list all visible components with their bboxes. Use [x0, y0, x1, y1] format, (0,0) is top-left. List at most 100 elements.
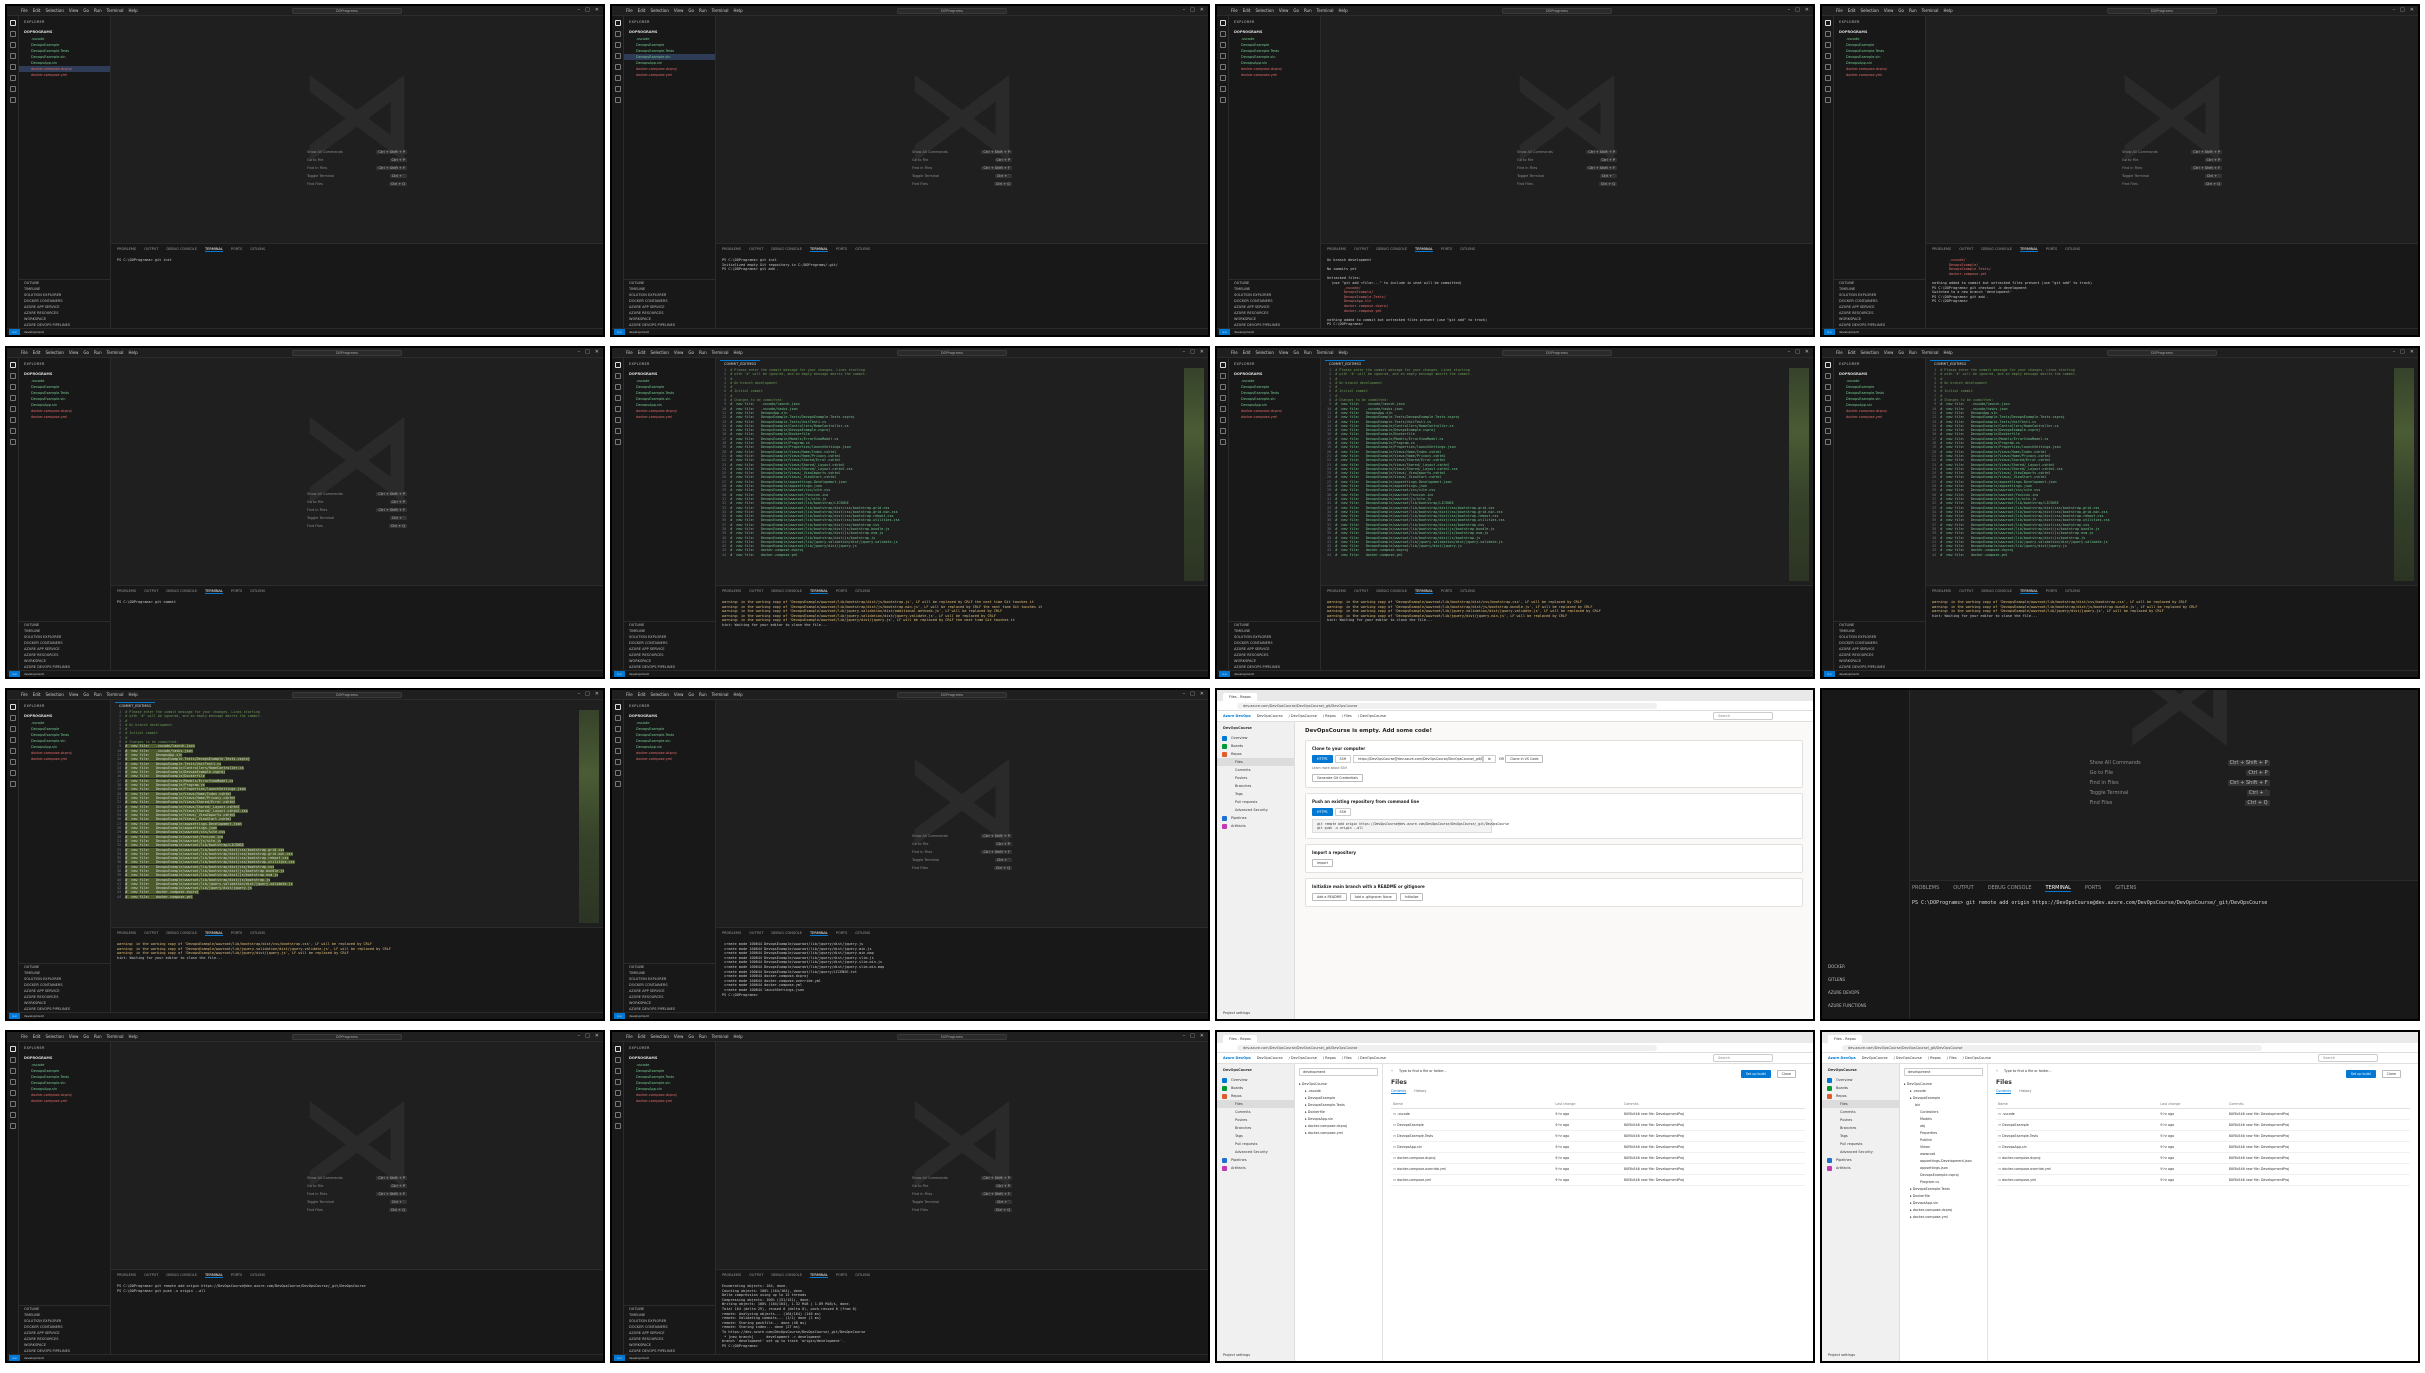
extensions-icon[interactable]: [615, 406, 621, 412]
tree-item[interactable]: ▸ Dockerfile: [1299, 1108, 1378, 1115]
terminal[interactable]: create mode 100644 DevopsExample/wwwroot…: [716, 939, 1208, 1000]
menu-item[interactable]: Selection: [650, 692, 668, 697]
tree-item[interactable]: ▸ DevOpsCourse: [1299, 1080, 1378, 1087]
org-name[interactable]: DevOpsCourse: [1257, 714, 1283, 718]
panel-tab[interactable]: PORTS: [2085, 885, 2101, 892]
nav-item-branches[interactable]: Branches: [1217, 782, 1294, 790]
table-row[interactable]: ▭ docker-compose.yml 9 hr ago 80f5b546 new…: [1996, 1174, 2410, 1186]
nav-item-overview[interactable]: Overview: [1822, 1076, 1899, 1084]
minimize-icon[interactable]: –: [2393, 7, 2396, 13]
project-name[interactable]: DevOpsCourse: [1822, 1064, 1899, 1076]
panel-tab[interactable]: OUTPUT: [1354, 589, 1368, 594]
remote-indicator[interactable]: ><: [9, 328, 21, 335]
panel-tab[interactable]: PORTS: [1441, 589, 1452, 594]
explorer-section-header[interactable]: GITLENS: [1822, 973, 1910, 986]
menu-item[interactable]: Selection: [45, 1034, 63, 1039]
accounts-icon[interactable]: [10, 1123, 16, 1129]
commit-cell[interactable]: 80f5b546 new file: DevelopmentProj: [2226, 1130, 2410, 1142]
explorer-file[interactable]: docker-compose.yml: [624, 1098, 715, 1104]
status-branch[interactable]: development: [1234, 672, 1254, 676]
table-row[interactable]: ▭ docker-compose.dcproj 9 hr ago 80f5b546 …: [1996, 1152, 2410, 1164]
learn-ssh-link[interactable]: Learn more about SSH: [1312, 766, 1796, 770]
panel-tab[interactable]: DEBUG CONSOLE: [166, 589, 197, 594]
docker-icon[interactable]: [10, 75, 16, 81]
tree-item[interactable]: Program.cs: [1904, 1178, 1983, 1185]
nav-item-advanced-security[interactable]: Advanced Security: [1217, 1148, 1294, 1156]
search-icon[interactable]: [1220, 373, 1226, 379]
close-icon[interactable]: ✕: [595, 7, 599, 13]
maximize-icon[interactable]: □: [1190, 7, 1195, 13]
remote-indicator[interactable]: ><: [614, 670, 626, 677]
panel-tab[interactable]: PROBLEMS: [1912, 885, 1939, 892]
panel-tab[interactable]: PORTS: [231, 931, 242, 936]
extensions-icon[interactable]: [10, 406, 16, 412]
explorer-icon[interactable]: [1825, 20, 1831, 26]
extensions-icon[interactable]: [615, 64, 621, 70]
command-center-search[interactable]: DOPrograms: [897, 692, 1007, 698]
file-name-cell[interactable]: ▭ docker-compose.override.yml: [1996, 1163, 2159, 1175]
panel-tab[interactable]: DEBUG CONSOLE: [166, 931, 197, 936]
tree-item[interactable]: ▸ docker-compose.dcproj: [1299, 1122, 1378, 1129]
panel-tab[interactable]: OUTPUT: [1959, 247, 1973, 252]
menu-item[interactable]: View: [1884, 350, 1894, 355]
url-field[interactable]: dev.azure.com/DevOpsCourse/DevOpsCourse/…: [1842, 1044, 2262, 1051]
remote-indicator[interactable]: ><: [9, 670, 21, 677]
extensions-icon[interactable]: [1825, 406, 1831, 412]
maximize-icon[interactable]: □: [2400, 349, 2405, 355]
panel-tab[interactable]: TERMINAL: [205, 1273, 223, 1278]
explorer-file[interactable]: docker-compose.yml: [1834, 72, 1925, 78]
extensions-icon[interactable]: [10, 1090, 16, 1096]
table-row[interactable]: ▭ DevopsApp.sln 9 hr ago 80f5b546 new file…: [1391, 1141, 1805, 1153]
tree-item[interactable]: ▸ Dockerfile: [1904, 1192, 1983, 1199]
tree-item[interactable]: DevopsExample.csproj: [1904, 1171, 1983, 1178]
files-tab[interactable]: Contents: [1391, 1089, 1407, 1094]
commit-cell[interactable]: 80f5b546 new file: DevelopmentProj: [2226, 1163, 2410, 1175]
panel-tab[interactable]: OUTPUT: [749, 931, 763, 936]
source-control-icon[interactable]: [10, 1068, 16, 1074]
panel-tab[interactable]: PORTS: [836, 1273, 847, 1278]
org-name[interactable]: DevOpsCourse: [1862, 1056, 1888, 1060]
breadcrumb-item[interactable]: / DevOpsCourse: [1289, 714, 1317, 718]
explorer-icon[interactable]: [10, 704, 16, 710]
panel-tab[interactable]: TERMINAL: [810, 931, 828, 936]
breadcrumb-item[interactable]: / Repos: [1928, 1056, 1941, 1060]
tree-item[interactable]: Publish: [1904, 1136, 1983, 1143]
column-header[interactable]: Commits: [2226, 1100, 2410, 1109]
menu-item[interactable]: Selection: [1860, 350, 1878, 355]
maximize-icon[interactable]: □: [1190, 1033, 1195, 1039]
minimize-icon[interactable]: –: [1183, 7, 1186, 13]
panel-tab[interactable]: PORTS: [2046, 247, 2057, 252]
menu-item[interactable]: Selection: [45, 350, 63, 355]
breadcrumb-item[interactable]: / DevOpsCourse: [1358, 1056, 1386, 1060]
docker-icon[interactable]: [10, 417, 16, 423]
breadcrumb-item[interactable]: / Files: [1342, 714, 1352, 718]
azure-icon[interactable]: [615, 428, 621, 434]
source-control-icon[interactable]: [10, 384, 16, 390]
command-center-search[interactable]: DOPrograms: [292, 350, 402, 356]
commit-editor[interactable]: COMMIT_EDITMSG 1 # Please enter the comm…: [1926, 358, 2418, 585]
status-branch[interactable]: development: [629, 1356, 649, 1360]
nav-item-boards[interactable]: Boards: [1217, 742, 1294, 750]
source-control-icon[interactable]: [615, 384, 621, 390]
file-name-cell[interactable]: ▭ docker-compose.override.yml: [1391, 1163, 1554, 1175]
accounts-icon[interactable]: [10, 97, 16, 103]
filter-box[interactable]: Type to find a file or folder...: [2004, 1069, 2052, 1073]
table-row[interactable]: ▭ DevopsExample 9 hr ago 80f5b546 new file…: [1391, 1119, 1805, 1131]
run-debug-icon[interactable]: [10, 1079, 16, 1085]
panel-tab[interactable]: PORTS: [836, 931, 847, 936]
terminal[interactable]: On branch development No commits yet Unt…: [1321, 255, 1813, 330]
remote-indicator[interactable]: ><: [1824, 328, 1836, 335]
table-row[interactable]: ▭ DevopsExample.Tests 9 hr ago 80f5b546 ne…: [1996, 1130, 2410, 1142]
panel-tab[interactable]: DEBUG CONSOLE: [166, 247, 197, 252]
breadcrumb-item[interactable]: / DevOpsCourse: [1358, 714, 1386, 718]
url-field[interactable]: dev.azure.com/DevOpsCourse/DevOpsCourse/…: [1237, 702, 1657, 709]
azure-icon[interactable]: [10, 428, 16, 434]
https-toggle[interactable]: HTTPS: [1312, 755, 1333, 763]
menu-item[interactable]: Run: [1304, 8, 1312, 13]
tree-item[interactable]: bin: [1904, 1101, 1983, 1108]
close-icon[interactable]: ✕: [595, 1033, 599, 1039]
status-branch[interactable]: development: [24, 330, 44, 334]
panel-tab[interactable]: GITLENS: [250, 247, 265, 252]
command-center-search[interactable]: DOPrograms: [897, 1034, 1007, 1040]
close-icon[interactable]: ✕: [595, 349, 599, 355]
